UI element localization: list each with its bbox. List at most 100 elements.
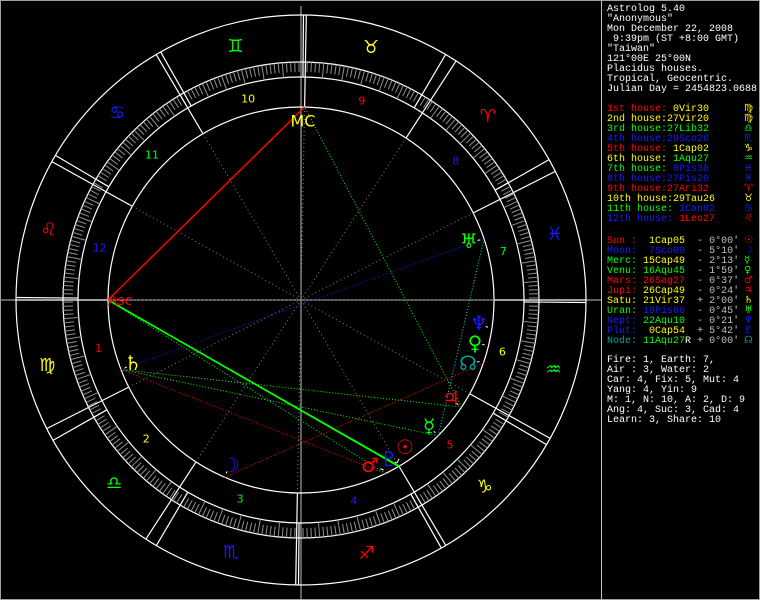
degree-tick: [75, 371, 85, 376]
degree-tick: [77, 379, 88, 384]
degree-tick: [523, 280, 539, 284]
degree-tick: [66, 341, 77, 344]
degree-tick: [176, 96, 183, 106]
planet-glyph-icon: ♅: [460, 229, 478, 253]
degree-tick: [84, 200, 94, 206]
degree-tick: [508, 394, 518, 400]
degree-tick: [457, 127, 466, 135]
house-number: 3: [237, 492, 244, 505]
degree-tick: [91, 408, 101, 415]
degree-tick: [527, 325, 538, 328]
degree-tick: [374, 510, 381, 525]
degree-tick: [412, 92, 419, 102]
degree-tick: [213, 511, 218, 522]
degree-tick: [436, 482, 443, 492]
degree-tick: [257, 65, 260, 76]
house-number: 11: [145, 148, 159, 161]
degree-tick: [209, 79, 215, 90]
degree-tick: [463, 459, 472, 468]
degree-tick: [525, 256, 536, 259]
sign-boundary: [95, 178, 110, 188]
planet-orb: + 0°00': [697, 336, 740, 347]
planet-glyph-icon: ☿: [423, 414, 435, 438]
degree-tick: [314, 62, 317, 73]
degree-tick: [176, 494, 183, 504]
degree-tick: [285, 62, 288, 73]
sign-boundary: [179, 491, 189, 506]
sign-boundary: [492, 412, 507, 422]
degree-tick: [82, 390, 93, 396]
julian-day: Julian Day = 2454823.0688: [607, 84, 758, 95]
degree-tick: [528, 284, 539, 287]
planet-glyph-icon: ♄: [124, 351, 142, 375]
degree-tick: [72, 364, 83, 369]
degree-tick: [490, 425, 500, 432]
degree-tick: [152, 478, 160, 487]
degree-tick: [342, 524, 345, 535]
planet-glyph-icon: ☉: [396, 435, 414, 459]
zodiac-sign-icon: ♎: [106, 473, 122, 494]
degree-tick: [445, 118, 456, 131]
degree-tick: [365, 518, 370, 529]
house-cusp-line: [155, 54, 204, 135]
house-number: 5: [446, 439, 453, 452]
degree-tick: [111, 438, 121, 446]
degree-tick: [338, 65, 341, 76]
house-number: 10: [241, 92, 255, 105]
degree-tick: [512, 212, 523, 217]
zodiac-sign-icon: ♍: [39, 355, 55, 376]
degree-tick: [501, 408, 511, 415]
house-number: 1: [95, 342, 102, 355]
degree-tick: [70, 239, 81, 244]
degree-tick: [516, 239, 532, 245]
degree-tick: [69, 352, 80, 357]
degree-tick: [64, 329, 76, 332]
degree-tick: [528, 313, 539, 316]
degree-tick: [322, 526, 325, 537]
degree-tick: [205, 508, 211, 519]
degree-tick: [334, 525, 337, 536]
sign-boundary: [417, 506, 442, 549]
degree-tick: [277, 63, 280, 74]
degree-tick: [442, 471, 453, 484]
aspect-line: [120, 238, 485, 371]
degree-tick: [515, 375, 526, 380]
house-cusp-inner: [132, 205, 302, 301]
house-cusp-inner: [300, 299, 400, 467]
degree-tick: [209, 510, 215, 521]
degree-tick: [261, 524, 264, 535]
degree-tick: [432, 485, 440, 495]
degree-tick: [73, 227, 84, 232]
degree-tick: [97, 175, 107, 182]
degree-tick: [361, 519, 366, 530]
house-cusp-inner: [300, 107, 306, 301]
degree-tick: [117, 441, 130, 452]
degree-tick: [285, 527, 288, 538]
degree-tick: [119, 447, 128, 455]
degree-tick: [517, 371, 527, 376]
degree-tick: [64, 268, 76, 271]
degree-tick: [419, 494, 426, 504]
degree-tick: [384, 78, 389, 89]
degree-tick: [509, 204, 520, 210]
degree-tick: [317, 522, 321, 538]
degree-tick: [345, 523, 349, 534]
degree-tick: [369, 517, 374, 528]
planet-glyph-icon: ☊: [459, 351, 477, 375]
degree-tick: [509, 390, 520, 396]
degree-tick: [353, 68, 358, 79]
degree-tick: [479, 151, 488, 159]
degree-tick: [419, 96, 426, 106]
degree-tick: [64, 321, 75, 324]
degree-tick: [430, 105, 440, 119]
degree-tick: [136, 465, 145, 473]
degree-tick: [67, 252, 78, 256]
degree-tick: [104, 164, 114, 172]
degree-tick: [100, 171, 109, 178]
degree-tick: [146, 469, 157, 482]
degree-tick: [380, 513, 385, 524]
degree-tick: [63, 280, 74, 283]
degree-tick: [232, 71, 237, 82]
degree-tick: [512, 383, 523, 388]
house-number: 7: [500, 245, 507, 258]
